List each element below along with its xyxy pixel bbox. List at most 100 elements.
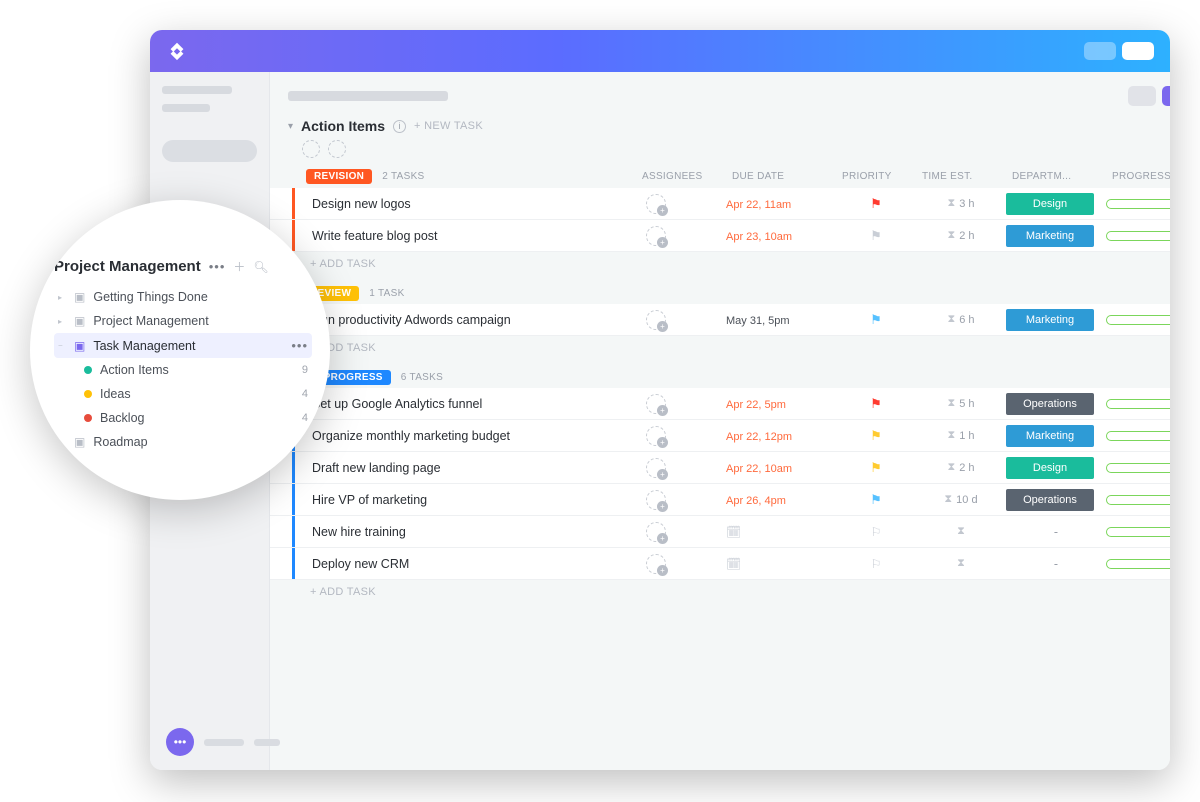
time-estimate[interactable]: ⧗2 h [916,461,1006,474]
assignee-add-icon[interactable] [646,522,666,542]
due-date[interactable]: Apr 22, 11am [726,199,791,211]
flag-icon[interactable]: ⚑ [870,492,882,507]
department-tag[interactable]: Marketing [1006,309,1094,331]
department-tag[interactable]: Operations [1006,393,1094,415]
assignee-add-icon[interactable] [646,394,666,414]
calendar-icon[interactable]: 🗓 [726,557,741,571]
hourglass-icon: ⧗ [947,397,955,410]
sidebar-folder-item[interactable]: ▸ ▣ Roadmap [54,430,312,454]
new-task-button[interactable]: + NEW TASK [414,120,483,132]
assignee-add-icon[interactable] [646,490,666,510]
progress-bar[interactable] [1106,399,1170,409]
assignee-add-icon[interactable] [646,194,666,214]
more-icon[interactable]: ••• [291,338,308,353]
progress-bar[interactable] [1106,495,1170,505]
flag-icon[interactable]: ⚐ [871,557,882,571]
due-date[interactable]: May 31, 5pm [726,315,790,327]
progress-bar[interactable] [1106,527,1170,537]
hourglass-icon: ⧗ [947,429,955,442]
time-estimate[interactable]: ⧗1 h [916,429,1006,442]
flag-icon[interactable]: ⚑ [870,228,882,243]
progress-bar[interactable] [1106,559,1170,569]
assignee-add-icon[interactable] [646,226,666,246]
task-row[interactable]: Set up Google Analytics funnel Apr 22, 5… [270,388,1170,420]
time-estimate[interactable]: ⧗ [916,525,1006,538]
col-priority[interactable]: PRIORITY [842,171,922,182]
col-time[interactable]: TIME EST. [922,171,1012,182]
footer-placeholder [204,739,244,746]
sidebar-search[interactable] [162,140,257,162]
progress-bar[interactable] [1106,431,1170,441]
task-row[interactable]: Deploy new CRM 🗓 ⚐ ⧗ - 0% [270,548,1170,580]
sidebar-list-item[interactable]: Backlog 4 [54,406,312,430]
department-tag[interactable]: Marketing [1006,225,1094,247]
topbar-button[interactable] [1122,42,1154,60]
col-assignees[interactable]: ASSIGNEES [642,171,732,182]
calendar-icon[interactable]: 🗓 [726,525,741,539]
department-tag[interactable]: Design [1006,193,1094,215]
sidebar-folder-item[interactable]: ▸ ▣ Project Management [54,309,312,333]
progress-bar[interactable] [1106,463,1170,473]
info-icon[interactable]: i [393,120,406,133]
view-toggle-button[interactable] [1162,86,1170,106]
search-icon[interactable]: 🔍︎ [253,260,268,274]
due-date[interactable]: Apr 22, 10am [726,463,792,475]
department-tag[interactable]: Operations [1006,489,1094,511]
time-estimate[interactable]: ⧗ [916,557,1006,570]
time-estimate[interactable]: ⧗5 h [916,397,1006,410]
col-progress[interactable]: PROGRESS [1112,171,1170,182]
task-row[interactable]: Write feature blog post Apr 23, 10am ⚑ ⧗… [270,220,1170,252]
col-dept[interactable]: DEPARTM... [1012,171,1112,182]
chevron-right-icon: ▸ [58,293,66,302]
plus-icon[interactable]: ＋ [233,258,245,275]
status-pill[interactable]: REVISION [306,169,372,184]
assignee-add-icon[interactable] [646,310,666,330]
time-estimate[interactable]: ⧗10 d [916,493,1006,506]
assignee-add-icon[interactable] [646,426,666,446]
flag-icon[interactable]: ⚑ [870,196,882,211]
task-row[interactable]: Run productivity Adwords campaign May 31… [270,304,1170,336]
task-row[interactable]: Design new logos Apr 22, 11am ⚑ ⧗3 h Des… [270,188,1170,220]
sidebar-folder-item[interactable]: ▸ ▣ Getting Things Done [54,285,312,309]
task-row[interactable]: Hire VP of marketing Apr 26, 4pm ⚑ ⧗10 d… [270,484,1170,516]
topbar-button[interactable] [1084,42,1116,60]
add-task-button[interactable]: + ADD TASK [270,580,1170,604]
flag-icon[interactable]: ⚑ [870,312,882,327]
flag-icon[interactable]: ⚐ [871,525,882,539]
more-icon[interactable]: ••• [209,259,226,274]
progress-bar[interactable] [1106,199,1170,209]
filter-assignee-icon[interactable] [302,140,320,158]
due-date[interactable]: Apr 22, 5pm [726,399,786,411]
chat-icon[interactable]: ••• [166,728,194,756]
task-row[interactable]: Organize monthly marketing budget Apr 22… [270,420,1170,452]
sidebar-list-item[interactable]: Ideas 4 [54,382,312,406]
assignee-add-icon[interactable] [646,458,666,478]
due-date[interactable]: Apr 26, 4pm [726,495,786,507]
col-due[interactable]: DUE DATE [732,171,842,182]
time-estimate[interactable]: ⧗6 h [916,313,1006,326]
collapse-list-icon[interactable]: ▾ [288,121,293,132]
task-row[interactable]: New hire training 🗓 ⚐ ⧗ - 0% [270,516,1170,548]
department-tag[interactable]: - [1006,557,1106,571]
sidebar-list-item[interactable]: Action Items 9 [54,358,312,382]
department-tag[interactable]: Design [1006,457,1094,479]
flag-icon[interactable]: ⚑ [870,460,882,475]
due-date[interactable]: Apr 23, 10am [726,231,792,243]
add-task-button[interactable]: + ADD TASK [270,336,1170,360]
department-tag[interactable]: Marketing [1006,425,1094,447]
flag-icon[interactable]: ⚑ [870,428,882,443]
topbar [150,30,1170,72]
time-estimate[interactable]: ⧗2 h [916,229,1006,242]
assignee-add-icon[interactable] [646,554,666,574]
department-tag[interactable]: - [1006,525,1106,539]
task-row[interactable]: Draft new landing page Apr 22, 10am ⚑ ⧗2… [270,452,1170,484]
due-date[interactable]: Apr 22, 12pm [726,431,792,443]
progress-bar[interactable] [1106,231,1170,241]
flag-icon[interactable]: ⚑ [870,396,882,411]
progress-bar[interactable] [1106,315,1170,325]
add-task-button[interactable]: + ADD TASK [270,252,1170,276]
time-estimate[interactable]: ⧗3 h [916,197,1006,210]
view-toggle-button[interactable] [1128,86,1156,106]
sidebar-folder-item[interactable]: − ▣ Task Management ••• [54,333,312,358]
filter-assignee-icon[interactable] [328,140,346,158]
